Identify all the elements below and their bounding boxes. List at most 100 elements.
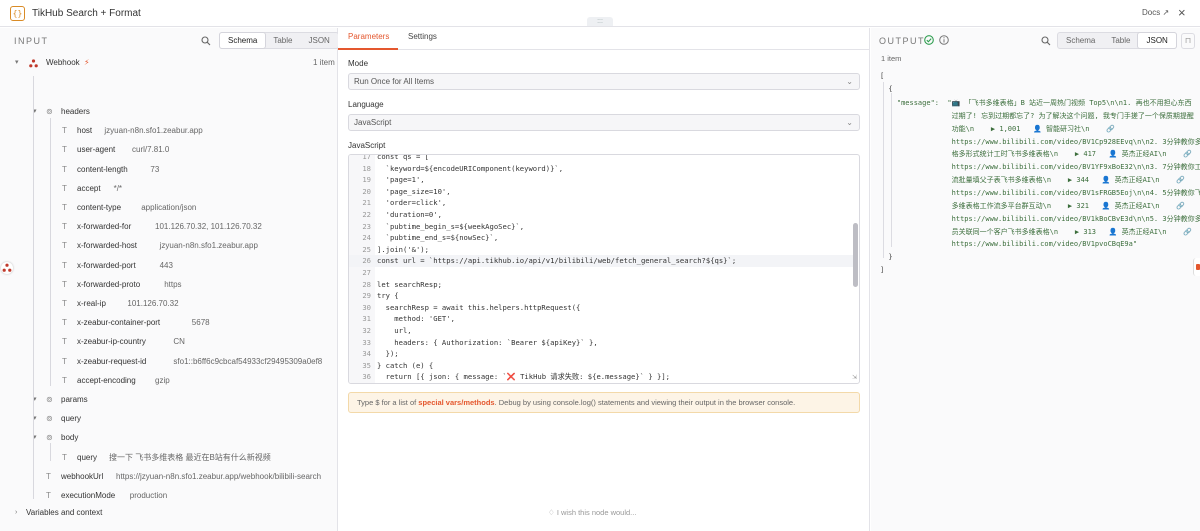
docs-link[interactable]: Docs ↗ bbox=[1142, 8, 1169, 17]
variables-and-context[interactable]: › Variables and context bbox=[0, 505, 338, 521]
line-number: 27 bbox=[362, 268, 371, 277]
code-line[interactable]: 21 'order=click', bbox=[349, 197, 855, 209]
code-line[interactable]: 28 let searchResp; bbox=[349, 279, 855, 291]
language-select[interactable]: JavaScript ⌄ bbox=[348, 114, 860, 131]
field-key[interactable]: user-agent bbox=[77, 142, 115, 158]
string-type-icon: T bbox=[62, 260, 67, 270]
line-number: 19 bbox=[362, 175, 371, 185]
special-vars-link[interactable]: special vars/methods bbox=[418, 398, 494, 407]
field-key[interactable]: content-length bbox=[77, 162, 128, 178]
code-line[interactable]: 36 return [{ json: { message: `❌ TikHub … bbox=[349, 371, 855, 383]
close-icon[interactable]: × bbox=[1178, 5, 1186, 20]
chevron-right-icon[interactable]: › bbox=[15, 505, 17, 521]
field-key[interactable]: x-forwarded-host bbox=[77, 238, 137, 254]
code-line[interactable]: 20 'page_size=10', bbox=[349, 186, 855, 198]
object-type-icon: ⊚ bbox=[46, 395, 53, 404]
output-view-switcher: Schema Table JSON bbox=[1057, 32, 1177, 49]
code-line[interactable]: 27 bbox=[349, 267, 855, 279]
code-text: 'page_size=10', bbox=[377, 186, 451, 196]
output-title: OUTPUT bbox=[879, 36, 925, 46]
code-line[interactable]: 19 'page=1', bbox=[349, 174, 855, 186]
chevron-down-icon: ⌄ bbox=[846, 77, 853, 86]
field-key[interactable]: x-zeabur-container-port bbox=[77, 315, 160, 331]
pin-data-icon[interactable]: ⊓ bbox=[1181, 33, 1195, 49]
field-key[interactable]: query bbox=[61, 411, 81, 427]
search-icon[interactable] bbox=[1041, 36, 1051, 46]
code-line[interactable]: 34 }); bbox=[349, 348, 855, 360]
code-line[interactable]: 22 'duration=0', bbox=[349, 209, 855, 221]
node-title[interactable]: TikHub Search + Format bbox=[32, 8, 141, 19]
code-line[interactable]: 25].join('&'); bbox=[349, 244, 855, 256]
field-key[interactable]: x-zeabur-ip-country bbox=[77, 334, 146, 350]
field-key[interactable]: webhookUrl bbox=[61, 469, 103, 485]
output-node-anchor[interactable] bbox=[1193, 258, 1200, 276]
code-line[interactable]: 29 try { bbox=[349, 290, 855, 302]
field-key[interactable]: accept bbox=[77, 181, 101, 197]
field-key[interactable]: params bbox=[61, 392, 88, 408]
code-label: JavaScript bbox=[348, 141, 386, 150]
input-view-json[interactable]: JSON bbox=[300, 33, 337, 48]
field-key[interactable]: host bbox=[77, 123, 92, 139]
info-icon[interactable] bbox=[939, 35, 949, 45]
input-title: INPUT bbox=[14, 36, 49, 46]
code-line[interactable]: 33 headers: { Authorization: `Bearer ${a… bbox=[349, 337, 855, 349]
webhook-input-anchor-icon[interactable] bbox=[1, 262, 13, 274]
drag-handle[interactable]: ::: bbox=[587, 17, 613, 26]
code-scrollbar[interactable] bbox=[853, 223, 858, 287]
code-line[interactable]: 35} catch (e) { bbox=[349, 360, 855, 372]
mode-value: Run Once for All Items bbox=[354, 77, 435, 86]
feedback-link[interactable]: ♢ I wish this node would... bbox=[548, 508, 636, 517]
field-key[interactable]: x-forwarded-port bbox=[77, 258, 136, 274]
webhook-icon bbox=[29, 59, 38, 68]
mode-label: Mode bbox=[348, 59, 369, 68]
tree-root-webhook[interactable]: ▾ Webhook ⚡ 1 item bbox=[0, 55, 338, 71]
output-view-table[interactable]: Table bbox=[1103, 33, 1138, 48]
code-line[interactable]: 24 `pubtime_end_s=${nowSec}`, bbox=[349, 232, 855, 244]
code-line[interactable]: 23 `pubtime_begin_s=${weekAgoSec}`, bbox=[349, 221, 855, 233]
code-line[interactable]: 31 method: 'GET', bbox=[349, 313, 855, 325]
code-line[interactable]: 32 url, bbox=[349, 325, 855, 337]
field-key[interactable]: x-forwarded-proto bbox=[77, 277, 140, 293]
json-line: } bbox=[880, 252, 893, 261]
line-number: 23 bbox=[362, 221, 371, 231]
code-line[interactable]: 26 const url = `https://api.tikhub.io/api… bbox=[349, 255, 855, 268]
code-text: headers: { Authorization: `Bearer ${apiK… bbox=[377, 337, 598, 347]
tab-parameters[interactable]: Parameters bbox=[348, 32, 389, 41]
field-key[interactable]: x-zeabur-request-id bbox=[77, 354, 146, 370]
field-key[interactable]: body bbox=[61, 430, 78, 446]
field-key[interactable]: headers bbox=[61, 104, 90, 120]
tab-settings[interactable]: Settings bbox=[408, 32, 437, 41]
tree-row-executionMode[interactable]: TexecutionMode production bbox=[0, 488, 338, 504]
input-view-schema[interactable]: Schema bbox=[220, 33, 266, 48]
input-view-table[interactable]: Table bbox=[265, 33, 300, 48]
output-item-count: 1 item bbox=[881, 54, 902, 63]
output-view-json[interactable]: JSON bbox=[1138, 33, 1176, 48]
object-type-icon: ⊚ bbox=[46, 414, 53, 424]
field-key[interactable]: content-type bbox=[77, 200, 121, 216]
field-key[interactable]: executionMode bbox=[61, 488, 115, 504]
code-line[interactable]: 18 `keyword=${encodeURIComponent(keyword… bbox=[349, 163, 855, 175]
field-key[interactable]: accept-encoding bbox=[77, 373, 136, 389]
json-line: 多维表格工作流多平台群互动\n ▶ 321 👤 英杰正经AI\n 🔗 bbox=[880, 202, 1186, 210]
code-hint: Type $ for a list of special vars/method… bbox=[348, 392, 860, 413]
tree-row-webhookUrl[interactable]: TwebhookUrl https://jzyuan-n8n.sfo1.zeabu… bbox=[0, 469, 338, 485]
line-number: 28 bbox=[362, 279, 371, 289]
resize-handle-icon[interactable]: ⇲ bbox=[852, 374, 857, 381]
json-line: { bbox=[880, 84, 893, 93]
mode-select[interactable]: Run Once for All Items ⌄ bbox=[348, 73, 860, 90]
input-view-switcher: Schema Table JSON bbox=[219, 32, 339, 49]
code-line[interactable]: 30 searchResp = await this.helpers.httpR… bbox=[349, 302, 855, 314]
tree-row-query[interactable]: ▾ ⊚ query bbox=[0, 411, 338, 427]
field-key[interactable]: query bbox=[77, 450, 97, 466]
field-key[interactable]: x-forwarded-for bbox=[77, 219, 131, 235]
success-check-icon bbox=[924, 35, 934, 45]
output-view-schema[interactable]: Schema bbox=[1058, 33, 1103, 48]
field-key[interactable]: x-real-ip bbox=[77, 296, 106, 312]
tree-row-params[interactable]: ▾ ⊚ params bbox=[0, 392, 338, 408]
search-icon[interactable] bbox=[201, 36, 211, 46]
code-editor[interactable]: 17 const qs = [18 `keyword=${encodeURICom… bbox=[348, 154, 860, 384]
lightbulb-icon: ♢ bbox=[548, 508, 557, 517]
code-text: searchResp = await this.helpers.httpRequ… bbox=[377, 302, 581, 312]
chevron-down-icon[interactable]: ▾ bbox=[15, 55, 19, 71]
field-value: 搜一下 飞书多维表格 最近在B站有什么新视频 bbox=[109, 452, 271, 462]
